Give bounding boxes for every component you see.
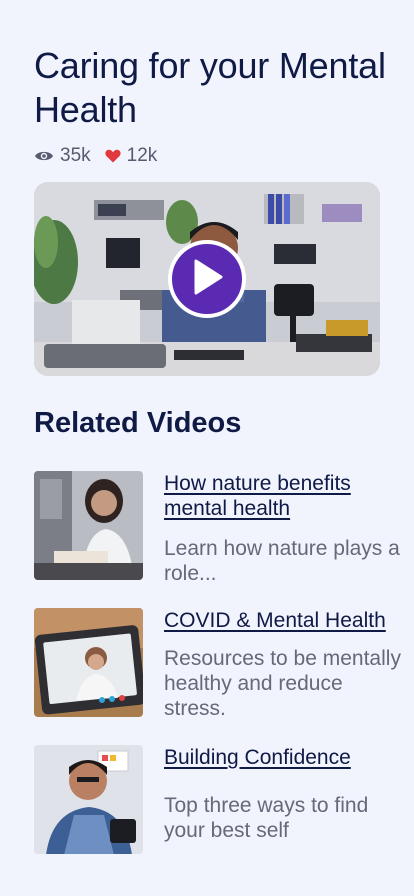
- related-videos-heading: Related Videos: [34, 407, 242, 439]
- video-thumbnail[interactable]: [34, 745, 143, 854]
- related-video-description: Top three ways to find your best self: [164, 794, 369, 842]
- featured-video[interactable]: [34, 182, 380, 376]
- related-video-description: Learn how nature plays a role...: [164, 537, 400, 585]
- video-thumbnail[interactable]: [34, 608, 143, 717]
- play-button[interactable]: [168, 240, 246, 318]
- related-video-title[interactable]: How nature benefits mental health: [164, 471, 409, 521]
- eye-icon: [34, 149, 54, 163]
- video-thumbnail[interactable]: [34, 471, 143, 580]
- likes-stat: 12k: [105, 145, 158, 167]
- video-stats: 35k 12k: [34, 143, 157, 169]
- likes-count: 12k: [126, 145, 158, 166]
- related-video-item[interactable]: Building Confidence Top three ways to fi…: [34, 745, 410, 855]
- heart-icon[interactable]: [105, 149, 121, 163]
- views-stat: 35k: [34, 145, 91, 167]
- screen: Caring for your Mental Health 35k 12k Re…: [0, 0, 414, 896]
- related-video-item[interactable]: COVID & Mental Health Resources to be me…: [34, 608, 410, 720]
- related-video-title[interactable]: Building Confidence: [164, 745, 409, 770]
- page-title: Caring for your Mental Health: [34, 45, 386, 130]
- views-count: 35k: [60, 145, 91, 166]
- play-icon: [190, 258, 224, 301]
- related-video-description: Resources to be mentally healthy and red…: [164, 647, 401, 720]
- related-video-title[interactable]: COVID & Mental Health: [164, 608, 409, 633]
- related-video-item[interactable]: How nature benefits mental health Learn …: [34, 471, 410, 585]
